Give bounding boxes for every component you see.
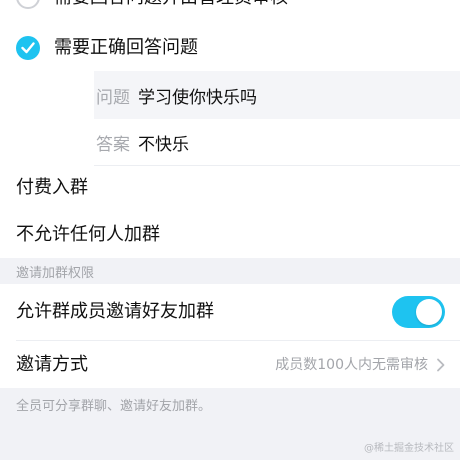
chevron-right-icon[interactable]	[436, 358, 446, 372]
watermark: @稀土掘金技术社区	[364, 443, 454, 454]
no-one-can-join-label: 不允许任何人加群	[16, 224, 160, 245]
allow-member-invite-label: 允许群成员邀请好友加群	[16, 301, 214, 322]
paid-join-label: 付费入群	[16, 177, 88, 198]
allow-member-invite-toggle[interactable]	[392, 296, 445, 328]
question-key: 问题	[96, 87, 130, 108]
invite-footer-note: 全员可分享群聊、邀请好友加群。	[16, 399, 212, 414]
radio-unchecked-icon[interactable]	[16, 0, 40, 9]
invite-method-label: 邀请方式	[16, 354, 88, 375]
option-label: 需要回答问题并由管理员审核	[54, 0, 288, 9]
option-correct-answer-required[interactable]: 需要正确回答问题	[0, 30, 460, 66]
option-answer-and-admin-review[interactable]: 需要回答问题并由管理员审核	[0, 0, 460, 18]
answer-key: 答案	[96, 134, 130, 155]
invite-method-value: 成员数100人内无需审核	[275, 357, 428, 373]
radio-checked-icon[interactable]	[16, 36, 40, 60]
answer-row[interactable]: 答案 不快乐	[94, 118, 460, 166]
checkmark-icon	[21, 42, 35, 54]
no-one-can-join-item[interactable]: 不允许任何人加群	[0, 212, 460, 258]
question-row[interactable]: 问题 学习使你快乐吗	[94, 71, 460, 119]
allow-member-invite-item[interactable]: 允许群成员邀请好友加群	[0, 288, 460, 338]
paid-join-item[interactable]: 付费入群	[0, 166, 460, 212]
answer-value[interactable]: 不快乐	[138, 130, 189, 155]
toggle-knob[interactable]	[416, 299, 442, 325]
question-value[interactable]: 学习使你快乐吗	[138, 83, 257, 108]
option-label: 需要正确回答问题	[54, 37, 198, 58]
invite-method-item[interactable]: 邀请方式 成员数100人内无需审核	[0, 341, 460, 388]
invite-section-title: 邀请加群权限	[16, 266, 95, 281]
